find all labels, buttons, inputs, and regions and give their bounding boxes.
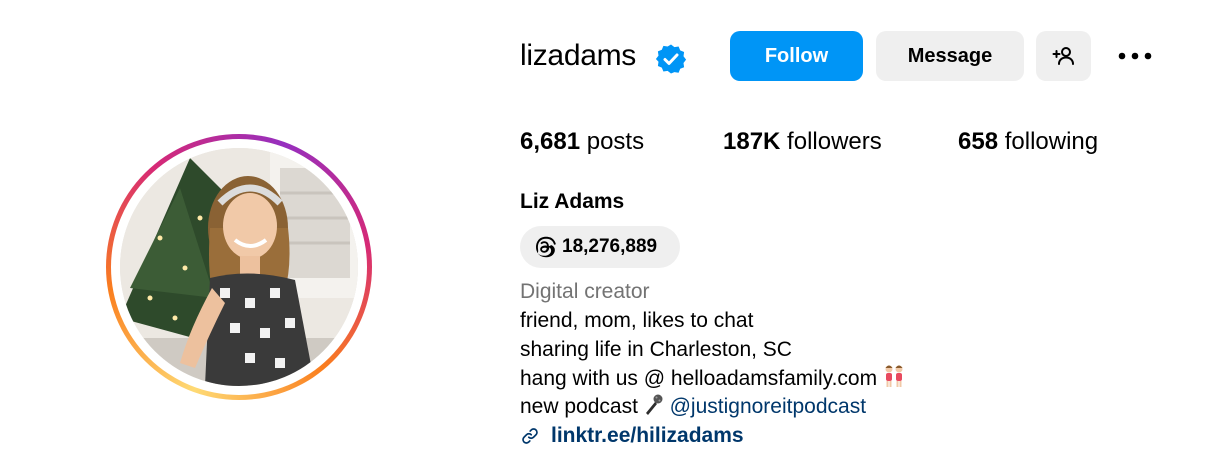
more-options-button[interactable] xyxy=(1110,31,1160,81)
podcast-mention-link[interactable]: @justignoreitpodcast xyxy=(670,395,866,418)
bio-line-with-emoji: hang with us @ helloadamsfamily.com xyxy=(520,364,905,393)
more-options-icon xyxy=(1118,52,1152,60)
external-link-text[interactable]: linktr.ee/hilizadams xyxy=(551,421,744,450)
posts-label: posts xyxy=(586,128,645,155)
stat-following[interactable]: 658 following xyxy=(958,126,1098,158)
bio-line: sharing life in Charleston, SC xyxy=(520,338,792,361)
suggest-accounts-button[interactable] xyxy=(1036,31,1091,81)
full-name: Liz Adams xyxy=(520,190,625,213)
external-link[interactable]: linktr.ee/hilizadams xyxy=(520,421,744,450)
profile-avatar-ring[interactable] xyxy=(106,134,372,400)
profile-category: Digital creator xyxy=(520,280,650,303)
add-user-icon xyxy=(1052,47,1074,65)
microphone-emoji-icon xyxy=(645,394,663,415)
followers-count: 187K xyxy=(723,128,781,155)
bio-line-podcast: new podcast @justignoreitpodcast xyxy=(520,392,866,421)
followers-label: followers xyxy=(787,128,882,155)
following-count: 658 xyxy=(958,128,999,155)
follow-button[interactable]: Follow xyxy=(730,31,863,81)
link-icon xyxy=(522,427,538,444)
avatar-photo-illustration xyxy=(120,148,358,386)
username: lizadams xyxy=(520,39,636,72)
stat-followers[interactable]: 187K followers xyxy=(723,126,882,158)
bio-line-text: new podcast xyxy=(520,395,638,418)
bio-line-text: hang with us @ helloadamsfamily.com xyxy=(520,367,878,390)
bio-line: friend, mom, likes to chat xyxy=(520,309,754,332)
following-label: following xyxy=(1004,128,1099,155)
threads-badge[interactable]: 18,276,889 xyxy=(520,226,680,268)
threads-count: 18,276,889 xyxy=(562,236,658,257)
stat-posts: 6,681 posts xyxy=(520,126,644,158)
posts-count: 6,681 xyxy=(520,128,581,155)
threads-icon xyxy=(536,236,556,258)
verified-badge-icon xyxy=(655,44,687,74)
message-button[interactable]: Message xyxy=(876,31,1024,81)
avatar[interactable] xyxy=(120,148,358,386)
two-women-emoji-icon xyxy=(885,365,903,387)
